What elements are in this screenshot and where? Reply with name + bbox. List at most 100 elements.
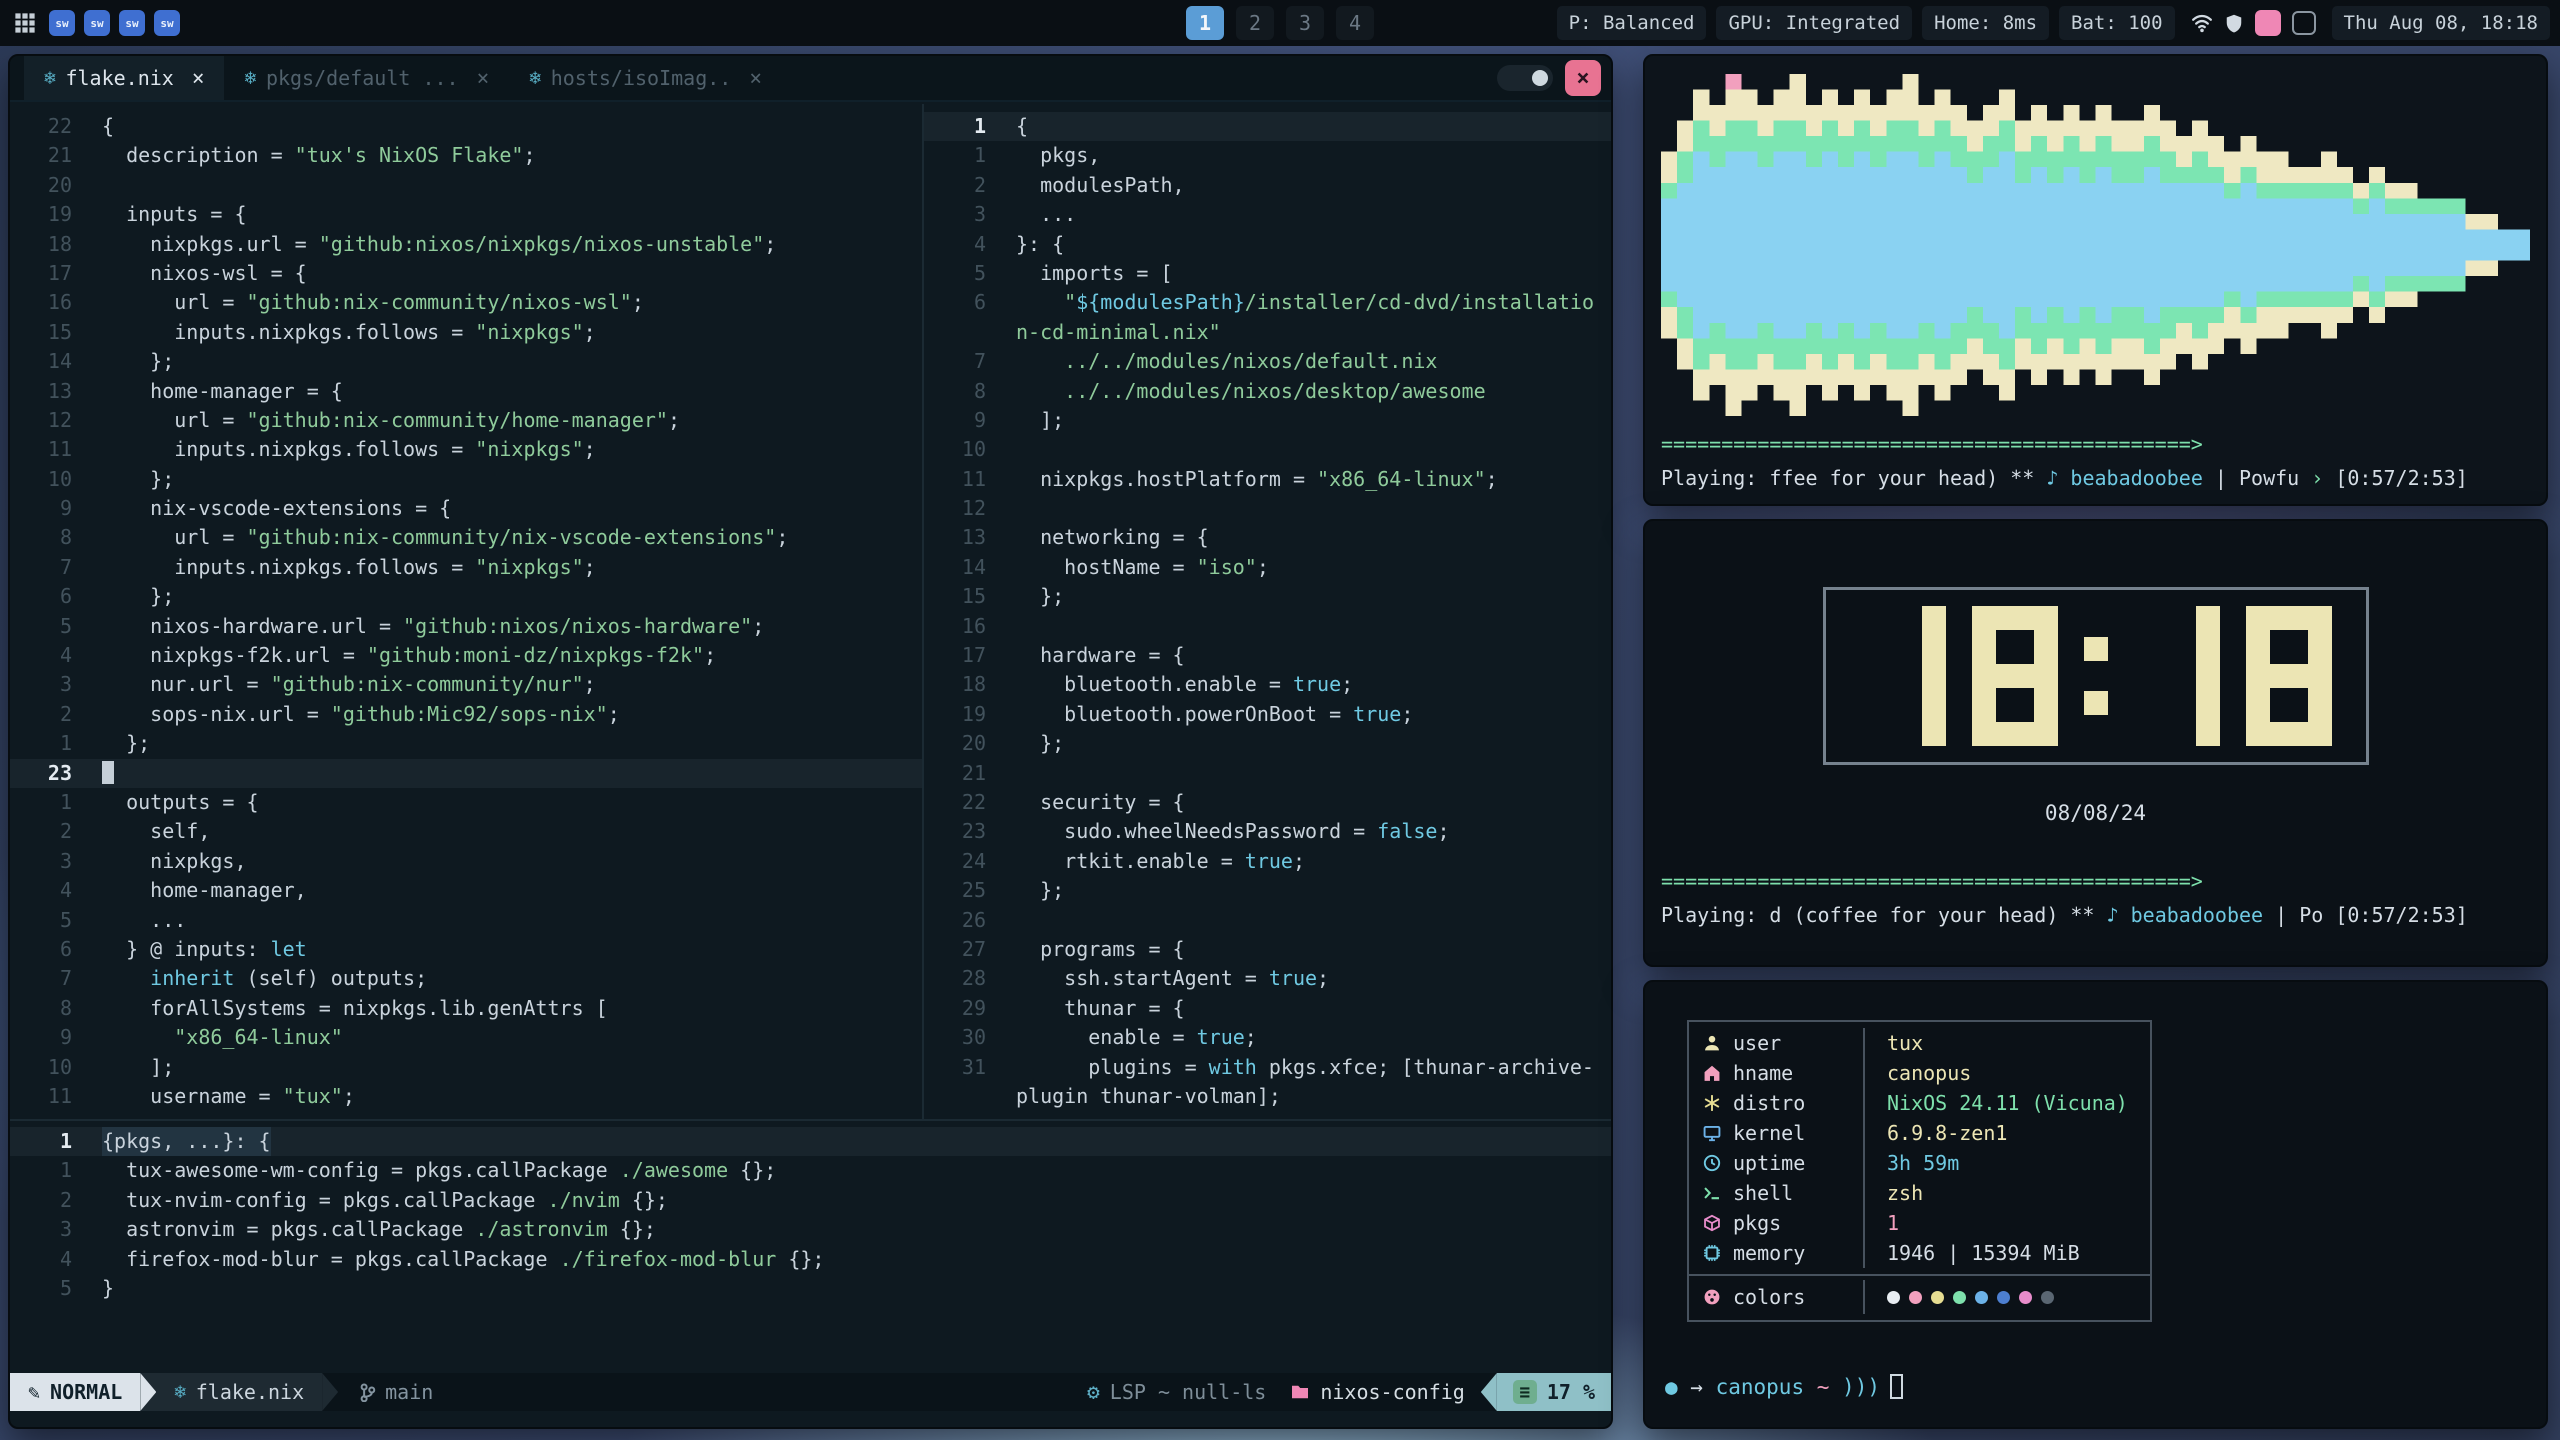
line-number bbox=[924, 1082, 986, 1111]
line-text: astronvim = pkgs.callPackage ./astronvim… bbox=[102, 1215, 656, 1244]
fetch-value: 6.9.8-zen1 bbox=[1865, 1118, 2029, 1148]
line-number: 19 bbox=[10, 200, 72, 229]
line-number: 1 bbox=[924, 141, 986, 170]
line-number: 8 bbox=[10, 523, 72, 552]
fetch-row-user: usertux bbox=[1689, 1028, 2150, 1058]
line-text: n-cd-minimal.nix" bbox=[1016, 318, 1221, 347]
line-number: 29 bbox=[924, 994, 986, 1023]
code-line: 9 ]; bbox=[924, 406, 1611, 435]
text-cursor bbox=[102, 761, 114, 784]
code-line: 31 plugins = with pkgs.xfce; [thunar-arc… bbox=[924, 1053, 1611, 1082]
tag-4[interactable]: 4 bbox=[1336, 6, 1374, 40]
line-number: 5 bbox=[924, 259, 986, 288]
line-number: 10 bbox=[10, 1053, 72, 1082]
code-line: 3 astronvim = pkgs.callPackage ./astronv… bbox=[10, 1215, 1611, 1244]
clock-colon bbox=[2084, 606, 2108, 746]
tab-1[interactable]: ❄flake.nix× bbox=[24, 56, 224, 100]
color-swatch-icon[interactable] bbox=[2255, 10, 2281, 36]
line-text: hostName = "iso"; bbox=[1016, 553, 1269, 582]
line-number: 15 bbox=[924, 582, 986, 611]
code-line: 4}: { bbox=[924, 230, 1611, 259]
fetch-label-cell: distro bbox=[1689, 1088, 1865, 1118]
fetch-row-hname: hnamecanopus bbox=[1689, 1058, 2150, 1088]
branch-icon bbox=[356, 1382, 376, 1402]
line-text: }; bbox=[102, 729, 150, 758]
tab-3[interactable]: ❄hosts/isoImag..× bbox=[509, 56, 782, 100]
progress-value: 17 % bbox=[1547, 1380, 1595, 1404]
line-text: outputs = { bbox=[102, 788, 259, 817]
prompt-segment: → bbox=[1678, 1375, 1716, 1399]
line-text: }; bbox=[102, 347, 174, 376]
tab-label: hosts/isoImag.. bbox=[551, 66, 732, 90]
code-line: 10 bbox=[924, 435, 1611, 464]
line-text: nur.url = "github:nix-community/nur"; bbox=[102, 670, 596, 699]
toggle-switch[interactable] bbox=[1497, 65, 1553, 91]
tab-close-icon[interactable]: × bbox=[477, 66, 490, 90]
editor-splits: 22{21 description = "tux's NixOS Flake";… bbox=[10, 104, 1611, 1119]
fetch-label: hname bbox=[1733, 1061, 1793, 1085]
clock-window: 08/08/24 ===============================… bbox=[1643, 519, 2548, 967]
fetch-row-pkgs: pkgs1 bbox=[1689, 1208, 2150, 1238]
line-number: 3 bbox=[10, 847, 72, 876]
code-line: 24 rtkit.enable = true; bbox=[924, 847, 1611, 876]
fetch-label-cell: memory bbox=[1689, 1238, 1865, 1268]
systray-icon[interactable] bbox=[2292, 11, 2316, 35]
line-number: 18 bbox=[924, 670, 986, 699]
tab-2[interactable]: ❄pkgs/default ...× bbox=[224, 56, 509, 100]
prompt-os-icon: ● bbox=[1665, 1375, 1678, 1399]
line-number: 2 bbox=[10, 817, 72, 846]
tag-2[interactable]: 2 bbox=[1236, 6, 1274, 40]
tag-1[interactable]: 1 bbox=[1186, 6, 1224, 40]
pane-hosts[interactable]: 1{1 pkgs,2 modulesPath,3 ...4}: {5 impor… bbox=[924, 104, 1611, 1119]
shield-icon[interactable] bbox=[2224, 13, 2244, 33]
nix-icon: ❄ bbox=[174, 1381, 185, 1403]
fetch-row-distro: distroNixOS 24.11 (Vicuna) bbox=[1689, 1088, 2150, 1118]
audio-visualizer bbox=[1661, 70, 2530, 420]
line-text: ]; bbox=[1016, 406, 1064, 435]
code-line: 17 nixos-wsl = { bbox=[10, 259, 922, 288]
grid-icon[interactable] bbox=[14, 12, 36, 34]
tab-close-icon[interactable]: × bbox=[192, 66, 205, 90]
fetch-window: usertuxhnamecanopusdistroNixOS 24.11 (Vi… bbox=[1643, 980, 2548, 1429]
code-line: 21 description = "tux's NixOS Flake"; bbox=[10, 141, 922, 170]
window-close-button[interactable]: × bbox=[1565, 60, 1601, 96]
code-line: 10 ]; bbox=[10, 1053, 922, 1082]
line-text: } bbox=[102, 1274, 114, 1303]
color-dot bbox=[2019, 1291, 2032, 1304]
code-line: 19 inputs = { bbox=[10, 200, 922, 229]
line-text: nixpkgs-f2k.url = "github:moni-dz/nixpkg… bbox=[102, 641, 716, 670]
line-text: nixpkgs, bbox=[102, 847, 247, 876]
wifi-icon[interactable] bbox=[2191, 12, 2213, 34]
fetch-value: NixOS 24.11 (Vicuna) bbox=[1865, 1088, 2150, 1118]
code-line: 17 hardware = { bbox=[924, 641, 1611, 670]
line-text: enable = true; bbox=[1016, 1023, 1257, 1052]
line-number: 26 bbox=[924, 906, 986, 935]
fetch-label: colors bbox=[1733, 1285, 1805, 1309]
line-number: 30 bbox=[924, 1023, 986, 1052]
line-text: tux-nvim-config = pkgs.callPackage ./nvi… bbox=[102, 1186, 668, 1215]
nix-icon: ❄ bbox=[244, 67, 255, 89]
line-number: 17 bbox=[10, 259, 72, 288]
app-icon-2[interactable]: sw bbox=[84, 10, 110, 36]
pane-pkgs[interactable]: 1{pkgs, ...}: {1 tux-awesome-wm-config =… bbox=[10, 1121, 1611, 1377]
tab-close-icon[interactable]: × bbox=[749, 66, 762, 90]
app-icon-4[interactable]: sw bbox=[154, 10, 180, 36]
tag-3[interactable]: 3 bbox=[1286, 6, 1324, 40]
shell-prompt[interactable]: ● → canopus ~ ))) bbox=[1665, 1374, 2530, 1399]
topbar-clock[interactable]: Thu Aug 08, 18:18 bbox=[2332, 6, 2550, 40]
line-text: ssh.startAgent = true; bbox=[1016, 964, 1329, 993]
lines-icon: ≡ bbox=[1513, 1380, 1537, 1404]
snowflake-icon bbox=[1703, 1094, 1721, 1112]
line-text: thunar = { bbox=[1016, 994, 1185, 1023]
line-number: 1 bbox=[924, 112, 986, 141]
line-text: }; bbox=[1016, 729, 1064, 758]
line-number: 2 bbox=[924, 171, 986, 200]
app-icon-3[interactable]: sw bbox=[119, 10, 145, 36]
line-number: 27 bbox=[924, 935, 986, 964]
app-icon-1[interactable]: sw bbox=[49, 10, 75, 36]
color-dot bbox=[2041, 1291, 2054, 1304]
powerline-separator bbox=[1481, 1373, 1497, 1411]
code-line: 5 imports = [ bbox=[924, 259, 1611, 288]
palette-icon bbox=[1703, 1288, 1721, 1306]
pane-flake[interactable]: 22{21 description = "tux's NixOS Flake";… bbox=[10, 104, 922, 1119]
